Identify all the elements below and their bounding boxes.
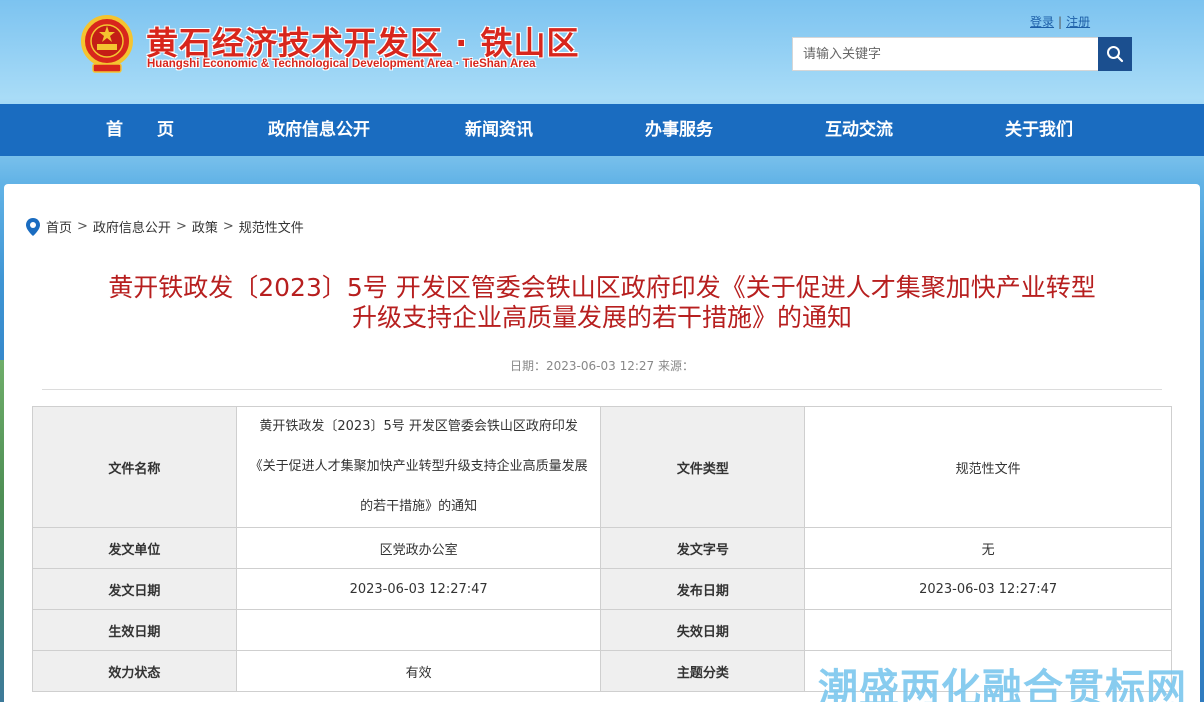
table-row: 文件名称 黄开铁政发〔2023〕5号 开发区管委会铁山区政府印发 《关于促进人才…: [32, 406, 1172, 528]
value-publish-date: 2023-06-03 12:27:47: [804, 568, 1172, 610]
label-issue-date: 发文日期: [32, 568, 237, 610]
breadcrumb-separator: >: [222, 219, 234, 234]
breadcrumb-gov-info[interactable]: 政府信息公开: [93, 217, 171, 236]
nav-home[interactable]: 首 页: [106, 104, 174, 156]
breadcrumb-separator: >: [175, 219, 187, 234]
link-separator: |: [1058, 15, 1063, 29]
label-expiry-date: 失效日期: [600, 609, 806, 651]
document-info-table: 文件名称 黄开铁政发〔2023〕5号 开发区管委会铁山区政府印发 《关于促进人才…: [32, 406, 1172, 692]
nav-news[interactable]: 新闻资讯: [465, 104, 533, 156]
label-category: 主题分类: [600, 650, 806, 692]
breadcrumb-separator: >: [77, 219, 88, 234]
label-effective-date: 生效日期: [32, 609, 237, 651]
value-expiry-date: [804, 609, 1172, 651]
national-emblem-icon: [79, 14, 135, 76]
search-bar: [792, 37, 1132, 71]
site-header: 黄石经济技术开发区 · 铁山区 Huangshi Economic & Tech…: [0, 0, 1204, 104]
table-row: 发文日期 2023-06-03 12:27:47 发布日期 2023-06-03…: [32, 568, 1172, 610]
table-row: 发文单位 区党政办公室 发文字号 无: [32, 527, 1172, 569]
doc-name-line: 《关于促进人才集聚加快产业转型升级支持企业高质量发展: [249, 459, 588, 474]
main-nav: 首 页 政府信息公开 新闻资讯 办事服务 互动交流 关于我们: [0, 104, 1204, 156]
value-doc-type: 规范性文件: [804, 406, 1172, 528]
value-doc-number: 无: [804, 527, 1172, 569]
search-input[interactable]: [792, 37, 1098, 71]
register-link[interactable]: 注册: [1066, 15, 1090, 29]
login-link[interactable]: 登录: [1030, 15, 1054, 29]
value-issue-date: 2023-06-03 12:27:47: [235, 568, 602, 610]
account-links: 登录 | 注册: [1030, 13, 1090, 30]
article-title-line2: 升级支持企业高质量发展的若干措施》的通知: [351, 303, 852, 332]
search-button[interactable]: [1098, 37, 1132, 71]
article-meta: 日期：2023-06-03 12:27 来源：: [510, 359, 694, 373]
label-status: 效力状态: [32, 650, 237, 692]
label-doc-number: 发文字号: [600, 527, 806, 569]
doc-name-line: 黄开铁政发〔2023〕5号 开发区管委会铁山区政府印发: [259, 419, 578, 434]
nav-about[interactable]: 关于我们: [1005, 104, 1073, 156]
value-status: 有效: [235, 650, 602, 692]
divider: [42, 389, 1162, 390]
label-doc-type: 文件类型: [600, 406, 806, 528]
label-issuer: 发文单位: [32, 527, 237, 569]
location-pin-icon: [26, 217, 40, 236]
search-icon: [1107, 46, 1124, 63]
value-issuer: 区党政办公室: [235, 527, 602, 569]
nav-interaction[interactable]: 互动交流: [825, 104, 893, 156]
table-row: 生效日期 失效日期: [32, 609, 1172, 651]
article-title-line1: 黄开铁政发〔2023〕5号 开发区管委会铁山区政府印发《关于促进人才集聚加快产业…: [108, 273, 1096, 302]
breadcrumb-normative-docs[interactable]: 规范性文件: [239, 217, 304, 236]
breadcrumb-policy[interactable]: 政策: [192, 217, 218, 236]
doc-name-line: 的若干措施》的通知: [360, 499, 478, 514]
value-effective-date: [235, 609, 602, 651]
breadcrumb-home[interactable]: 首页: [46, 217, 72, 236]
site-subtitle: Huangshi Economic & Technological Develo…: [147, 58, 536, 70]
article-title: 黄开铁政发〔2023〕5号 开发区管委会铁山区政府印发《关于促进人才集聚加快产业…: [40, 273, 1164, 333]
breadcrumb: 首页 > 政府信息公开 > 政策 > 规范性文件: [26, 217, 304, 236]
label-publish-date: 发布日期: [600, 568, 806, 610]
nav-services[interactable]: 办事服务: [645, 104, 713, 156]
value-doc-name: 黄开铁政发〔2023〕5号 开发区管委会铁山区政府印发 《关于促进人才集聚加快产…: [235, 406, 602, 528]
label-doc-name: 文件名称: [32, 406, 237, 528]
watermark: 潮盛两化融合贯标网: [818, 666, 1187, 702]
nav-gov-info[interactable]: 政府信息公开: [268, 104, 370, 156]
